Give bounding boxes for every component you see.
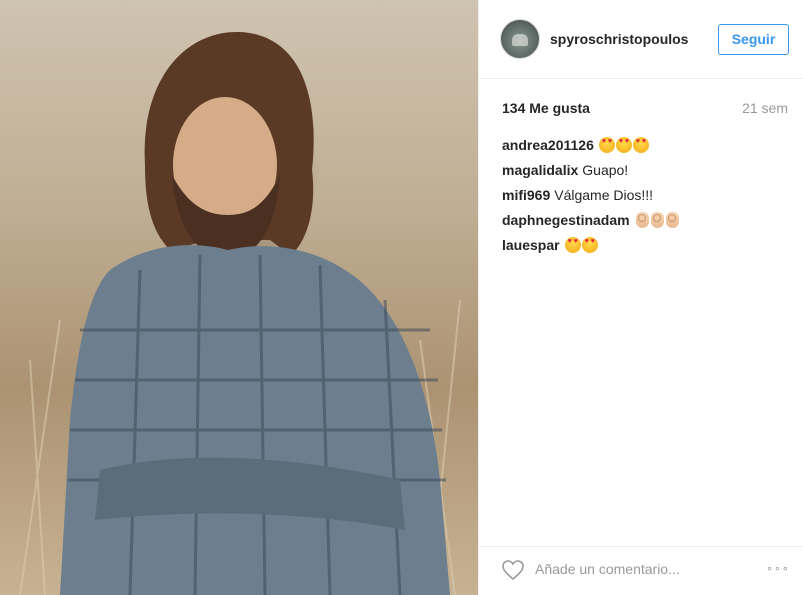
- comment-user-link[interactable]: daphnegestinadam: [502, 212, 630, 228]
- username-link[interactable]: spyroschristopoulos: [550, 31, 688, 47]
- comment-user-link[interactable]: mifi969: [502, 187, 550, 203]
- follow-button[interactable]: Seguir: [718, 24, 789, 55]
- comment-item: mifi969 Válgame Dios!!!: [502, 186, 792, 211]
- comment-user-link[interactable]: magalidalix: [502, 162, 578, 178]
- photo-illustration: [19, 31, 461, 595]
- comment-user-link[interactable]: andrea201126: [502, 137, 594, 153]
- heart-eyes-emoji-icon: [615, 137, 632, 153]
- likes-count[interactable]: 134 Me gusta: [502, 100, 590, 116]
- comment-text: Válgame Dios!!!: [554, 187, 654, 203]
- comment-text: Guapo!: [582, 162, 629, 178]
- ok-hand-emoji-icon: [650, 212, 664, 228]
- comment-item: daphnegestinadam: [502, 211, 792, 236]
- comment-user-link[interactable]: lauespar: [502, 237, 560, 253]
- post-time[interactable]: 21 sem: [742, 100, 788, 116]
- ok-hand-emoji-icon: [635, 212, 649, 228]
- heart-eyes-emoji-icon: [598, 137, 615, 153]
- post-header: spyroschristopoulos Seguir: [479, 0, 803, 79]
- avatar[interactable]: [500, 19, 540, 59]
- ok-hand-emoji-icon: [665, 212, 679, 228]
- post-photo[interactable]: [0, 0, 478, 595]
- heart-eyes-emoji-icon: [632, 137, 649, 153]
- post-details-panel: spyroschristopoulos Seguir 134 Me gusta …: [478, 0, 803, 595]
- comment-item: lauespar: [502, 236, 792, 261]
- comment-item: magalidalix Guapo!: [502, 161, 792, 186]
- more-options-icon[interactable]: ∘∘∘: [765, 559, 791, 579]
- comment-input[interactable]: [535, 557, 755, 581]
- comment-bar: ∘∘∘: [479, 546, 803, 595]
- heart-eyes-emoji-icon: [564, 237, 581, 253]
- comments-list: andrea201126 magalidalixGuapo! mifi969Vá…: [502, 136, 792, 261]
- heart-eyes-emoji-icon: [581, 237, 598, 253]
- comment-item: andrea201126: [502, 136, 792, 161]
- heart-outline-icon[interactable]: [501, 559, 525, 581]
